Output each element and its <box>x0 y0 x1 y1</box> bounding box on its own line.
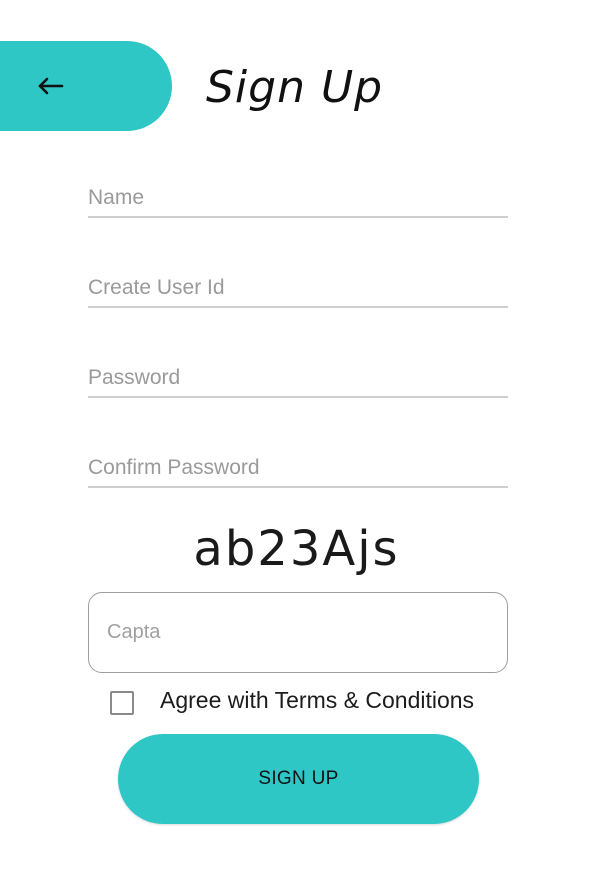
name-field[interactable] <box>88 180 508 218</box>
password-field[interactable] <box>88 360 508 398</box>
signup-screen: Sign Up ab23Ajs Agree with Terms & Condi… <box>0 0 597 891</box>
terms-checkbox[interactable] <box>110 691 134 715</box>
terms-label: Agree with Terms & Conditions <box>160 686 475 713</box>
user-id-field[interactable] <box>88 270 508 308</box>
arrow-left-icon <box>38 77 64 95</box>
sign-up-button[interactable]: SIGN UP <box>118 734 479 824</box>
captcha-code: ab23Ajs <box>193 521 400 577</box>
back-button[interactable] <box>0 41 172 131</box>
captcha-input[interactable] <box>88 592 508 673</box>
terms-row[interactable]: Agree with Terms & Conditions <box>110 684 474 716</box>
page-title: Sign Up <box>206 62 384 113</box>
confirm-password-field[interactable] <box>88 450 508 488</box>
